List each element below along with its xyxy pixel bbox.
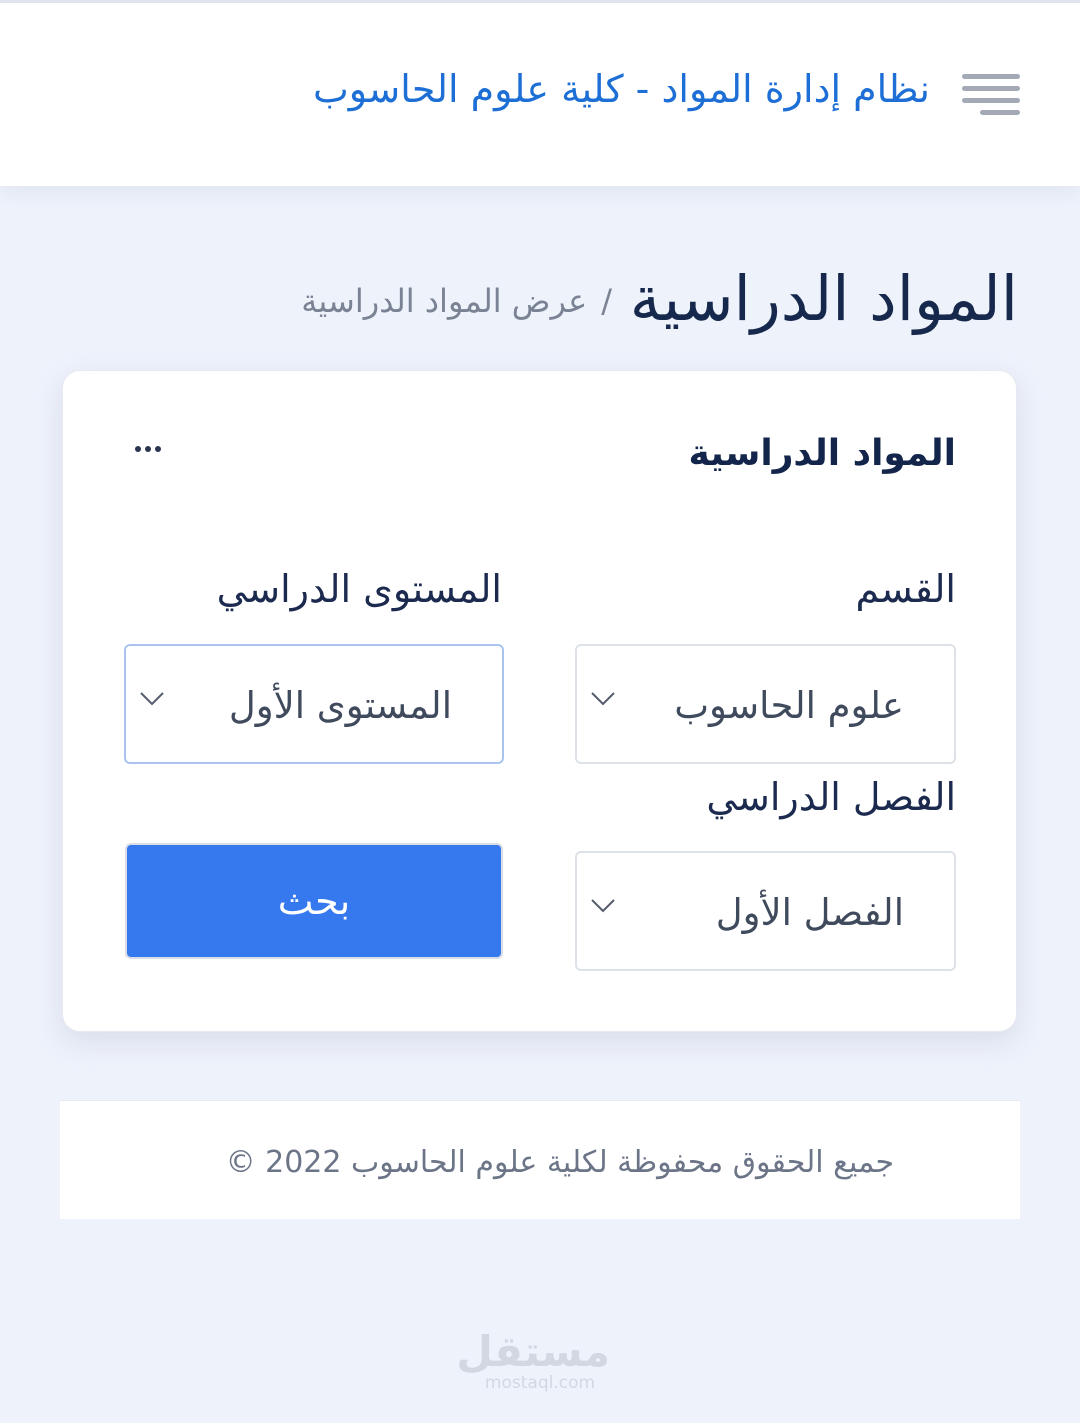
department-label: القسم	[855, 567, 956, 611]
level-select[interactable]: المستوى الأول	[124, 644, 504, 764]
page-title: المواد الدراسية	[629, 262, 1018, 335]
department-selected-value: علوم الحاسوب	[674, 684, 904, 727]
semester-select[interactable]: الفصل الأول	[575, 851, 956, 971]
watermark-latin: mostaql.com	[484, 1373, 596, 1393]
level-selected-value: المستوى الأول	[228, 684, 452, 727]
hamburger-menu-icon[interactable]	[960, 71, 1020, 115]
filter-card: المواد الدراسية القسم علوم الحاسوب المست…	[62, 370, 1017, 1032]
search-button[interactable]: بحث	[125, 843, 503, 959]
breadcrumb-current[interactable]: عرض المواد الدراسية	[301, 282, 587, 320]
department-select[interactable]: علوم الحاسوب	[575, 644, 956, 764]
footer: جميع الحقوق محفوظة لكلية علوم الحاسوب 20…	[60, 1100, 1020, 1219]
card-title: المواد الدراسية	[688, 433, 956, 474]
breadcrumb: / عرض المواد الدراسية	[301, 282, 612, 320]
watermark-arabic: مستقل	[456, 1327, 610, 1376]
level-label: المستوى الدراسي	[216, 567, 502, 611]
breadcrumb-separator: /	[601, 282, 612, 320]
chevron-down-icon	[140, 692, 164, 706]
app-title: نظام إدارة المواد - كلية علوم الحاسوب	[313, 67, 930, 111]
chevron-down-icon	[591, 692, 615, 706]
semester-label: الفصل الدراسي	[706, 775, 956, 819]
copyright-text: جميع الحقوق محفوظة لكلية علوم الحاسوب 20…	[225, 1145, 894, 1180]
more-options-icon[interactable]	[127, 441, 161, 457]
app-header: نظام إدارة المواد - كلية علوم الحاسوب	[0, 3, 1080, 186]
semester-selected-value: الفصل الأول	[715, 891, 904, 934]
mostaql-watermark: مستقل mostaql.com	[456, 1327, 610, 1393]
chevron-down-icon	[591, 899, 615, 913]
